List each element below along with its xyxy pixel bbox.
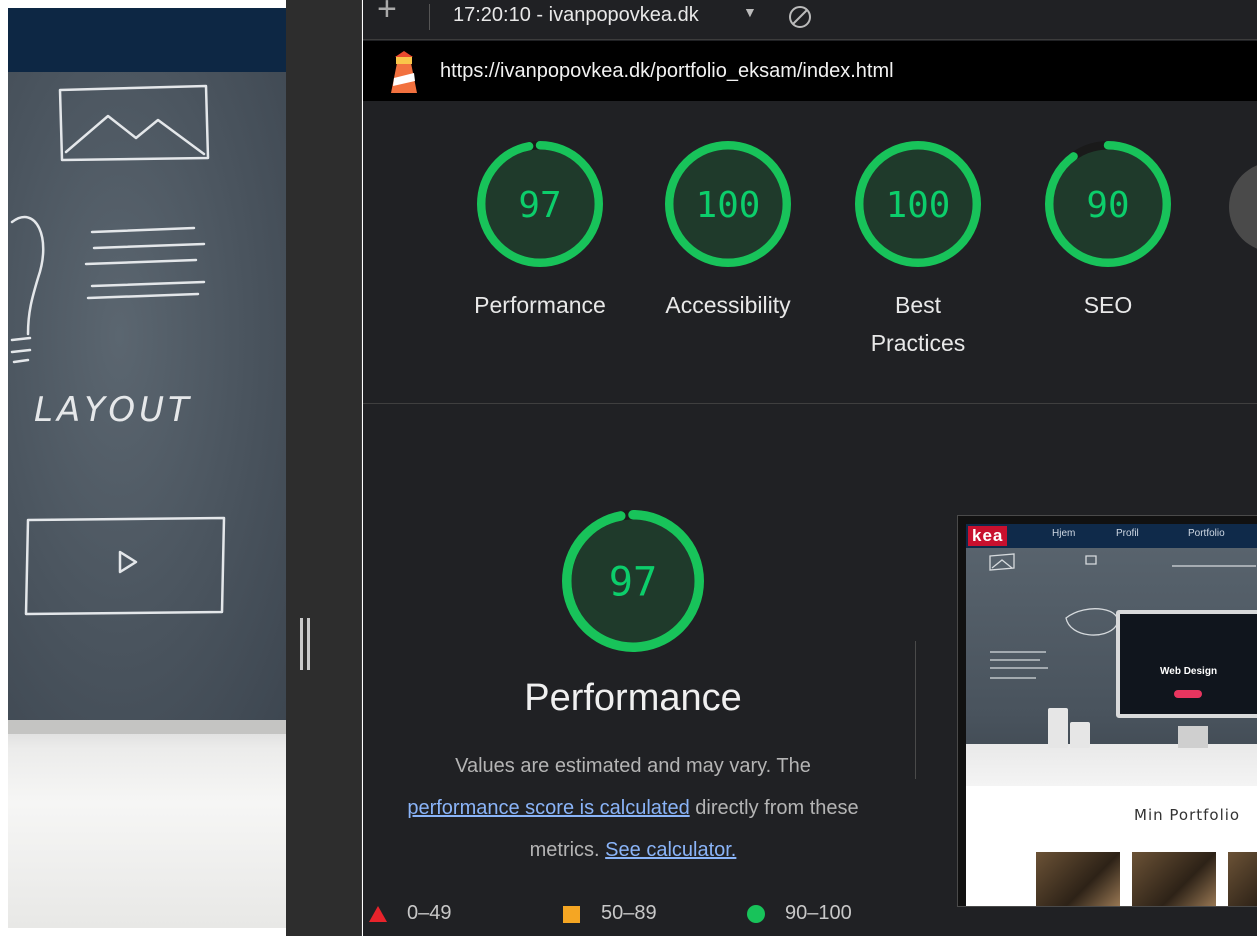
- desc-text: Values are estimated and may vary. The: [455, 755, 811, 777]
- thumb-nav-item: Hjem: [1052, 528, 1076, 539]
- thumb-plant: [1048, 708, 1068, 748]
- chevron-down-icon[interactable]: ▼: [743, 4, 757, 20]
- thumb-monitor-stand: [1178, 726, 1208, 748]
- thumb-nav-item: Profil: [1116, 528, 1139, 539]
- thumb-hero-button: [1174, 690, 1202, 698]
- lighthouse-toolbar: + 17:20:10 - ivanpopovkea.dk ▼: [363, 0, 1257, 40]
- thumb-hero-title: Web Design: [1160, 666, 1218, 677]
- orange-square-icon: [563, 905, 580, 923]
- gauge-score: 100: [886, 185, 951, 226]
- gauge-seo[interactable]: 90 SEO: [1023, 140, 1193, 324]
- lighthouse-logo-icon: [391, 51, 417, 93]
- desk-surface: [8, 720, 286, 928]
- screenshot-root: LAYOUT + 17:20:10 - ivanpopovkea.dk ▼ ht…: [0, 0, 1257, 936]
- thumb-nav-item: Portfolio: [1188, 528, 1225, 539]
- legend-fail: 0–49: [369, 902, 452, 925]
- gauge-label: Best Practices: [833, 286, 1003, 362]
- gauge-best-practices[interactable]: 100 Best Practices: [833, 140, 1003, 362]
- sketch-layout-label: LAYOUT: [34, 390, 193, 430]
- page-viewport: LAYOUT: [8, 8, 286, 928]
- gauge-score: 97: [609, 558, 658, 605]
- legend-range: 0–49: [407, 902, 452, 924]
- gauge-score: 97: [518, 185, 561, 226]
- desc-text: directly from these: [695, 797, 859, 819]
- thumb-portfolio-image: [1036, 852, 1120, 906]
- thumb-portfolio-section: Min Portfolio: [966, 786, 1257, 906]
- thumb-nav: kea Hjem Profil Portfolio: [966, 524, 1257, 548]
- page-screenshot-thumbnail[interactable]: kea Hjem Profil Portfolio Web Design Min…: [957, 515, 1257, 907]
- gauge-label-line: Best: [894, 292, 942, 318]
- gauge-score: 100: [696, 185, 761, 226]
- kea-logo: kea: [968, 526, 1008, 546]
- thumb-hero: Web Design: [966, 548, 1257, 786]
- report-select[interactable]: 17:20:10 - ivanpopovkea.dk: [453, 4, 699, 27]
- legend-pass: 90–100: [747, 902, 852, 925]
- desc-text: metrics.: [529, 839, 600, 861]
- gauge-label: SEO: [1083, 292, 1133, 318]
- score-gauges-row: 97 Performance 100 Accessibility 100 Bes…: [363, 140, 1257, 404]
- new-report-button[interactable]: +: [377, 0, 397, 29]
- gauge-performance[interactable]: 97 Performance: [455, 140, 625, 324]
- gauge-accessibility[interactable]: 100 Accessibility: [643, 140, 813, 324]
- performance-section: 97 Performance Values are estimated and …: [363, 405, 1257, 936]
- gauge-score: 90: [1086, 185, 1129, 226]
- thumb-desk: [966, 744, 1257, 786]
- thumb-portfolio-image: [1132, 852, 1216, 906]
- red-triangle-icon: [369, 905, 387, 922]
- thumb-plant: [1070, 722, 1090, 748]
- gauge-pwa-partial[interactable]: [1229, 162, 1257, 252]
- page-nav-bar: [8, 8, 286, 72]
- legend-range: 90–100: [785, 902, 852, 924]
- performance-gauge: 97: [561, 509, 705, 653]
- gauge-ring: 100: [854, 140, 982, 268]
- lighthouse-panel: + 17:20:10 - ivanpopovkea.dk ▼ https://i…: [363, 0, 1257, 936]
- score-legend: 0–49 50–89 90–100: [363, 902, 923, 928]
- splitter-drag-handle[interactable]: [300, 618, 312, 670]
- report-url-bar: https://ivanpopovkea.dk/portfolio_eksam/…: [363, 41, 1257, 101]
- score-calculated-link[interactable]: performance score is calculated: [407, 797, 689, 819]
- desk-edge: [8, 720, 286, 734]
- legend-average: 50–89: [563, 902, 657, 925]
- green-circle-icon: [747, 904, 765, 923]
- performance-heading: Performance: [524, 677, 742, 719]
- gauge-label: Performance: [474, 292, 606, 318]
- gauge-label-line: Practices: [870, 330, 966, 356]
- section-divider: [915, 641, 916, 779]
- gauge-ring: 90: [1044, 140, 1172, 268]
- panel-splitter[interactable]: [286, 0, 362, 936]
- gauge-ring: 97: [476, 140, 604, 268]
- gauge-ring: 100: [664, 140, 792, 268]
- gauge-label: Accessibility: [665, 292, 791, 318]
- toolbar-divider: [429, 4, 430, 30]
- report-url-link[interactable]: https://ivanpopovkea.dk/portfolio_eksam/…: [440, 60, 894, 83]
- see-calculator-link[interactable]: See calculator.: [605, 839, 736, 861]
- chalk-sketch-illustration: [10, 84, 226, 616]
- legend-range: 50–89: [601, 902, 657, 924]
- page-preview: LAYOUT: [0, 0, 286, 936]
- thumb-monitor: Web Design: [1116, 610, 1257, 718]
- clear-reports-icon[interactable]: [787, 4, 813, 30]
- performance-description: Values are estimated and may vary. The p…: [363, 745, 903, 871]
- thumb-portfolio-title: Min Portfolio: [1134, 806, 1241, 824]
- thumb-portfolio-image: [1228, 852, 1257, 906]
